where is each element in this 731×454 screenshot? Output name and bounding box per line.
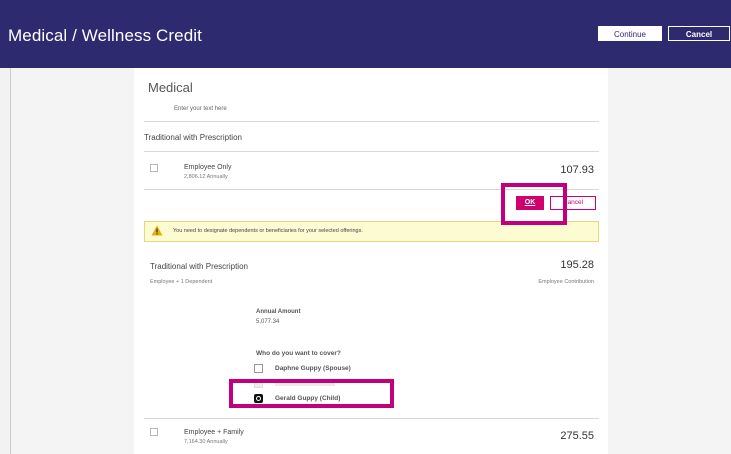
contribution-label: Employee Contribution xyxy=(538,279,594,285)
annual-amount-value: 5,077.34 xyxy=(256,319,280,325)
option-label: Employee + Family xyxy=(184,429,244,436)
cover-question: Who do you want to cover? xyxy=(256,350,341,357)
continue-button[interactable]: Continue xyxy=(598,26,662,41)
option-annual: 7,164.30 Annually xyxy=(184,439,228,445)
app-header: Medical / Wellness Credit Continue Cance… xyxy=(0,0,731,68)
divider xyxy=(144,418,599,419)
employee-family-checkbox[interactable] xyxy=(150,428,158,436)
header-cancel-button[interactable]: Cancel xyxy=(668,26,730,41)
option-annual: 2,806.12 Annually xyxy=(184,174,228,180)
section-description: Enter your text here xyxy=(174,106,227,112)
warning-text: You need to designate dependents or bene… xyxy=(173,228,363,234)
page-title: Medical / Wellness Credit xyxy=(8,26,202,45)
selected-plan-name: Traditional with Prescription xyxy=(150,262,248,271)
option-price: 107.93 xyxy=(560,164,594,176)
child-highlight-box xyxy=(229,379,394,408)
divider xyxy=(144,121,599,122)
option-label: Employee Only xyxy=(184,164,232,171)
dependent-label-spouse: Daphne Guppy (Spouse) xyxy=(275,365,351,372)
warning-triangle-icon xyxy=(151,225,163,236)
divider xyxy=(144,151,599,152)
employee-only-checkbox[interactable] xyxy=(150,164,158,172)
annual-amount-label: Annual Amount xyxy=(256,309,301,315)
ok-highlight-box xyxy=(501,183,567,225)
dependent-checkbox-spouse[interactable] xyxy=(254,364,263,373)
selected-plan-price: 195.28 xyxy=(560,259,594,271)
option-price: 275.55 xyxy=(560,430,594,442)
plan-group-name: Traditional with Prescription xyxy=(144,133,242,142)
selected-plan-tier: Employee + 1 Dependent xyxy=(150,279,213,285)
left-sidebar xyxy=(0,68,10,454)
section-title: Medical xyxy=(148,80,193,95)
